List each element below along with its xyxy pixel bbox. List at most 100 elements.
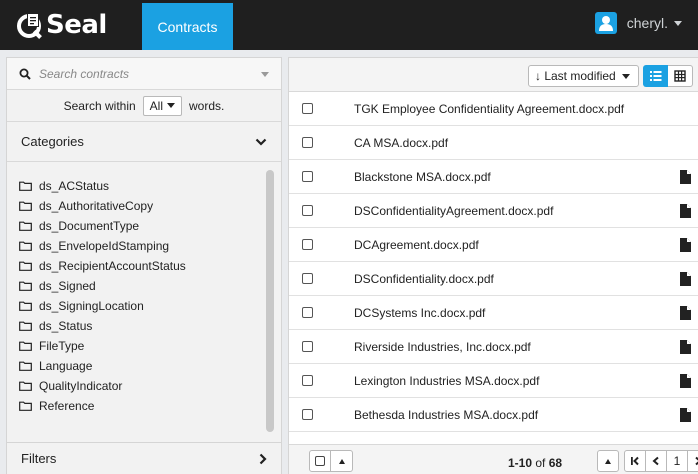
categories-label: Categories — [21, 134, 84, 149]
document-name[interactable]: CA MSA.docx.pdf — [354, 136, 448, 150]
pager-range: 1-10 — [508, 456, 533, 470]
first-page-icon — [631, 456, 639, 466]
document-name[interactable]: DSConfidentiality.docx.pdf — [354, 272, 494, 286]
prev-page-button[interactable] — [645, 450, 667, 472]
logo-text: Seal — [46, 10, 107, 40]
list-view-button[interactable] — [643, 65, 668, 87]
categories-header[interactable]: Categories — [7, 122, 281, 162]
filters-header[interactable]: Filters — [7, 442, 281, 474]
category-label: ds_SigningLocation — [39, 299, 144, 313]
document-name[interactable]: TGK Employee Confidentiality Agreement.d… — [354, 102, 624, 116]
document-name[interactable]: DCAgreement.docx.pdf — [354, 238, 479, 252]
grid-icon — [674, 70, 686, 82]
file-icon[interactable] — [680, 238, 691, 252]
chevron-up-icon — [605, 458, 611, 464]
folder-icon — [19, 181, 32, 191]
user-avatar-icon — [594, 12, 617, 34]
category-item[interactable]: ds_ACStatus — [7, 176, 265, 196]
filters-label: Filters — [21, 451, 57, 466]
search-within: Search within All words. — [7, 90, 281, 122]
category-label: ds_Status — [39, 319, 93, 333]
file-icon[interactable] — [680, 170, 691, 184]
document-name[interactable]: Lexington Industries MSA.docx.pdf — [354, 374, 539, 388]
file-icon[interactable] — [680, 306, 691, 320]
chevron-right-icon — [695, 456, 698, 466]
row-checkbox[interactable] — [302, 137, 313, 148]
document-row[interactable]: DCAgreement.docx.pdf — [289, 228, 698, 262]
row-checkbox[interactable] — [302, 409, 313, 420]
row-checkbox[interactable] — [302, 103, 313, 114]
document-row[interactable]: TGK Employee Confidentiality Agreement.d… — [289, 92, 698, 126]
document-name[interactable]: DCSystems Inc.docx.pdf — [354, 306, 485, 320]
file-icon[interactable] — [680, 408, 691, 422]
category-label: Language — [39, 359, 93, 373]
document-row[interactable]: DSConfidentiality.docx.pdf — [289, 262, 698, 296]
search-icon — [19, 68, 31, 80]
row-checkbox[interactable] — [302, 205, 313, 216]
file-icon[interactable] — [680, 340, 691, 354]
document-name[interactable]: Blackstone MSA.docx.pdf — [354, 170, 491, 184]
category-scrollbar[interactable] — [266, 170, 274, 432]
category-item[interactable]: ds_Signed — [7, 276, 265, 296]
pager-summary: 1-10 of 68 — [508, 456, 562, 470]
select-menu-button[interactable] — [331, 450, 353, 472]
row-checkbox[interactable] — [302, 341, 313, 352]
category-item[interactable]: ds_DocumentType — [7, 216, 265, 236]
list-icon — [650, 71, 662, 81]
category-label: Reference — [39, 399, 95, 413]
document-name[interactable]: DSConfidentialityAgreement.docx.pdf — [354, 204, 553, 218]
select-all-checkbox[interactable] — [309, 450, 331, 472]
category-item[interactable]: ds_SigningLocation — [7, 296, 265, 316]
category-item[interactable]: QualityIndicator — [7, 376, 265, 396]
row-checkbox[interactable] — [302, 273, 313, 284]
category-item[interactable]: Reference — [7, 396, 265, 416]
document-list: TGK Employee Confidentiality Agreement.d… — [289, 92, 698, 432]
document-row[interactable]: DCSystems Inc.docx.pdf — [289, 296, 698, 330]
category-item[interactable]: ds_RecipientAccountStatus — [7, 256, 265, 276]
sort-dropdown[interactable]: ↓ Last modified — [528, 65, 639, 87]
grid-view-button[interactable] — [668, 65, 693, 87]
folder-icon — [19, 301, 32, 311]
document-name[interactable]: Riverside Industries, Inc.docx.pdf — [354, 340, 531, 354]
file-icon[interactable] — [680, 374, 691, 388]
folder-icon — [19, 241, 32, 251]
search-within-select[interactable]: All — [142, 95, 183, 116]
document-panel: ↓ Last modified TGK Employee Confidentia… — [288, 57, 698, 474]
category-item[interactable]: FileType — [7, 336, 265, 356]
page-size-button[interactable] — [597, 450, 619, 472]
document-toolbar: ↓ Last modified — [289, 58, 698, 92]
file-icon[interactable] — [680, 272, 691, 286]
first-page-button[interactable] — [624, 450, 646, 472]
category-item[interactable]: Language — [7, 356, 265, 376]
document-row[interactable]: Lexington Industries MSA.docx.pdf — [289, 364, 698, 398]
category-item[interactable]: ds_AuthoritativeCopy — [7, 196, 265, 216]
current-page[interactable]: 1 — [666, 450, 688, 472]
category-label: FileType — [39, 339, 85, 353]
category-label: ds_RecipientAccountStatus — [39, 259, 186, 273]
row-checkbox[interactable] — [302, 171, 313, 182]
row-checkbox[interactable] — [302, 239, 313, 250]
search-bar — [7, 58, 281, 90]
row-checkbox[interactable] — [302, 307, 313, 318]
search-input[interactable] — [39, 66, 239, 81]
row-checkbox[interactable] — [302, 375, 313, 386]
user-menu[interactable]: cheryl. — [594, 12, 682, 34]
category-label: ds_AuthoritativeCopy — [39, 199, 154, 213]
pager-of: of — [535, 456, 546, 470]
folder-icon — [19, 281, 32, 291]
tab-contracts[interactable]: Contracts — [142, 3, 233, 50]
seal-logo[interactable]: Seal — [16, 8, 107, 42]
document-row[interactable]: CA MSA.docx.pdf — [289, 126, 698, 160]
document-row[interactable]: Riverside Industries, Inc.docx.pdf — [289, 330, 698, 364]
document-row[interactable]: Blackstone MSA.docx.pdf — [289, 160, 698, 194]
pager-total: 68 — [548, 456, 563, 470]
file-icon[interactable] — [680, 204, 691, 218]
category-item[interactable]: ds_EnvelopeIdStamping — [7, 236, 265, 256]
document-row[interactable]: Bethesda Industries MSA.docx.pdf — [289, 398, 698, 432]
next-page-button[interactable] — [687, 450, 698, 472]
document-name[interactable]: Bethesda Industries MSA.docx.pdf — [354, 408, 538, 422]
search-dropdown-icon[interactable] — [261, 72, 269, 77]
document-row[interactable]: DSConfidentialityAgreement.docx.pdf — [289, 194, 698, 228]
select-all-group — [309, 450, 353, 472]
category-item[interactable]: ds_Status — [7, 316, 265, 336]
